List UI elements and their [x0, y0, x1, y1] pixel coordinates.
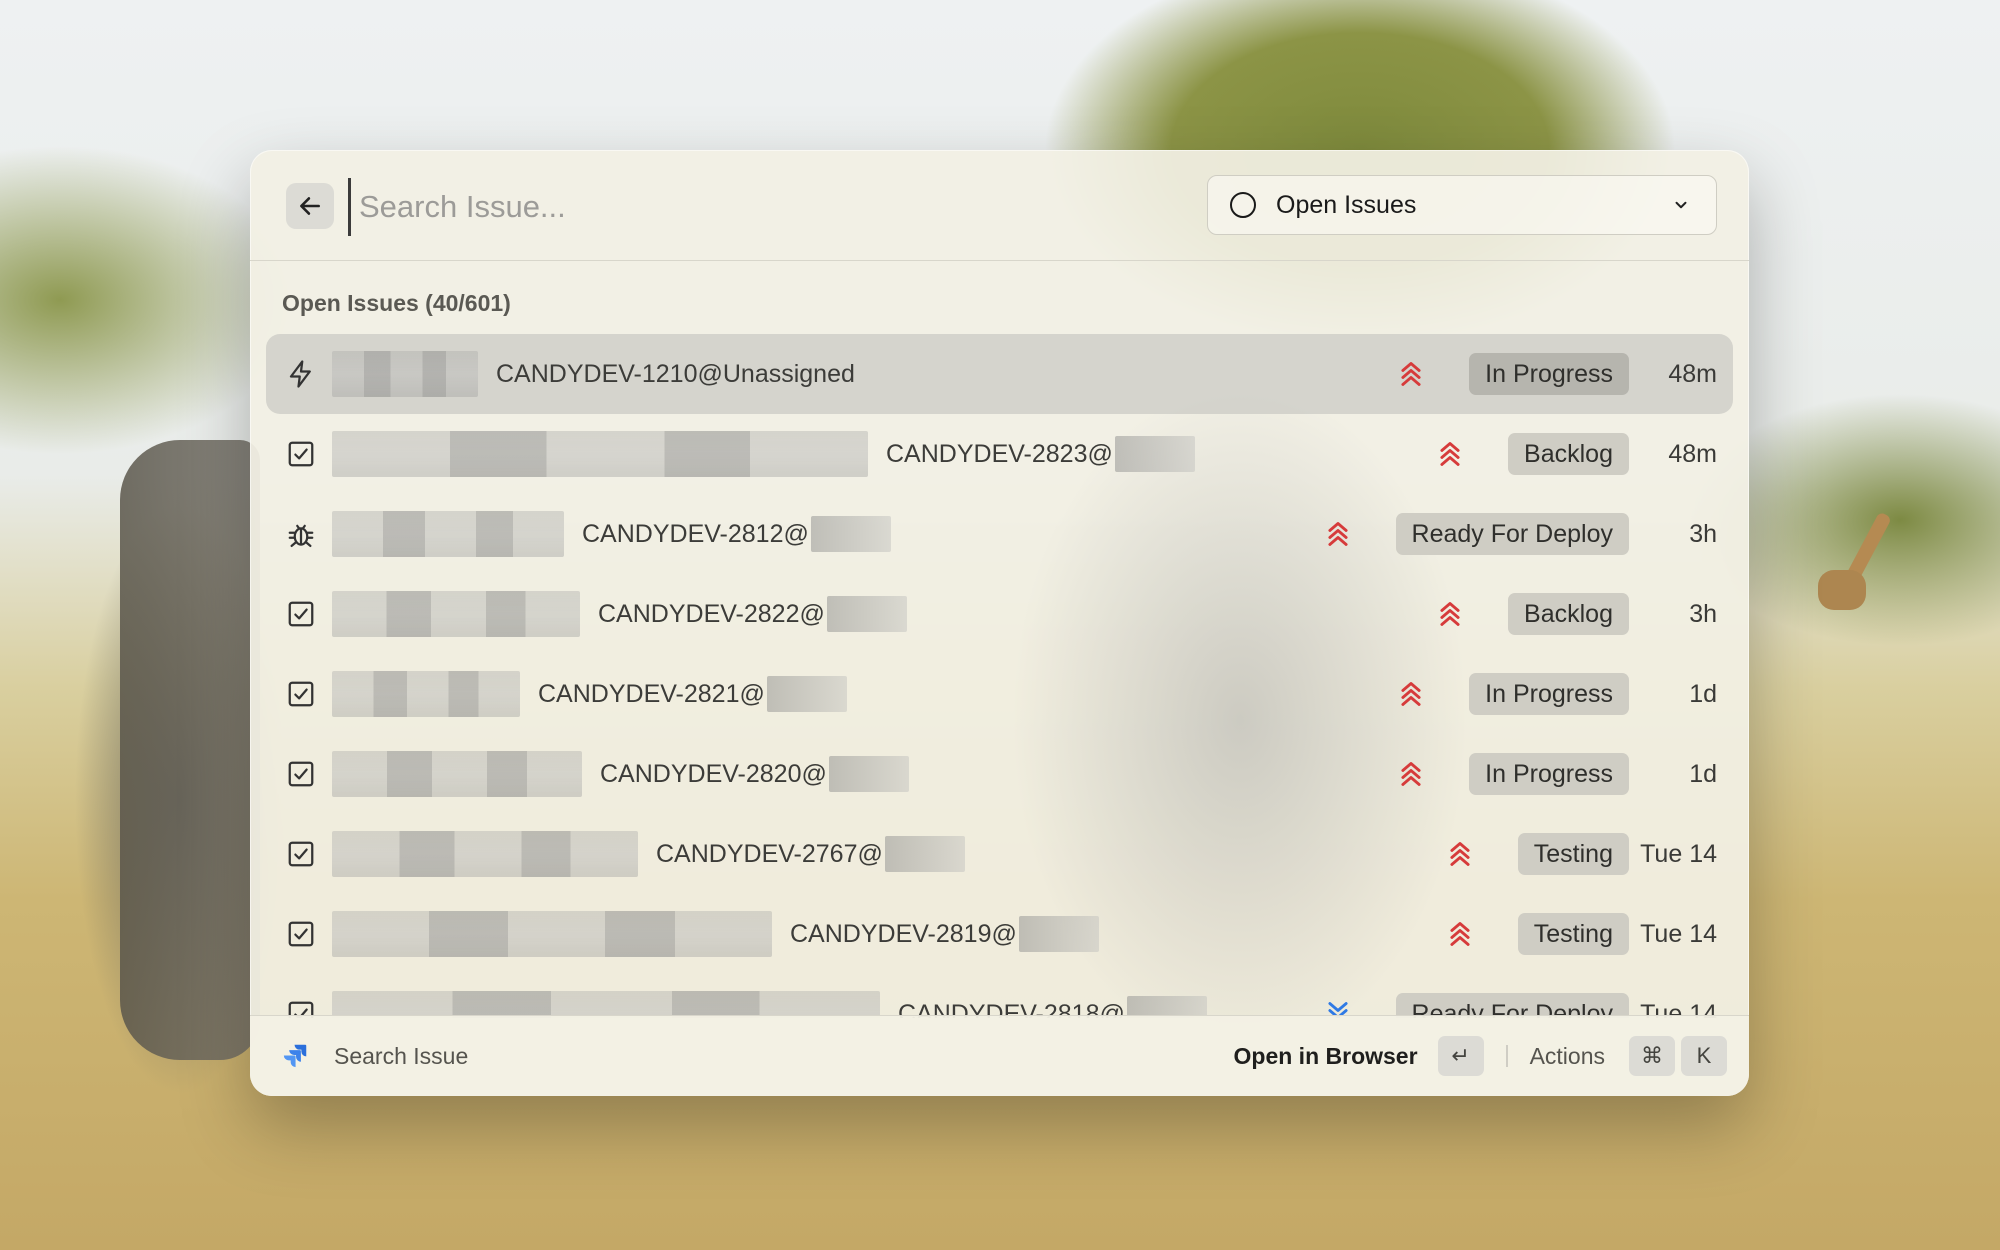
issue-key: CANDYDEV-1210@Unassigned	[496, 359, 855, 388]
redacted-summary	[332, 911, 772, 957]
priority-highest-icon	[1397, 679, 1425, 709]
redacted-summary	[332, 991, 880, 1018]
issue-list: CANDYDEV-1210@Unassigned In Progress 48m CA…	[266, 334, 1733, 1018]
arrow-left-icon	[300, 197, 320, 215]
updated-time: 1d	[1689, 679, 1717, 708]
priority-highest-icon	[1324, 519, 1352, 549]
issue-row[interactable]: CANDYDEV-2819@ Testing Tue 14	[266, 894, 1733, 974]
issue-key: CANDYDEV-2822@	[598, 599, 825, 628]
status-badge: Backlog	[1508, 433, 1629, 475]
search-issues-window: Open Issues Open Issues (40/601) CANDYDE…	[250, 150, 1749, 1096]
issue-row[interactable]: CANDYDEV-2767@ Testing Tue 14	[266, 814, 1733, 894]
issue-row[interactable]: CANDYDEV-2812@ Ready For Deploy 3h	[266, 494, 1733, 574]
k-key-hint: K	[1681, 1036, 1727, 1076]
redacted-assignee	[884, 836, 965, 872]
issue-key: CANDYDEV-2812@	[582, 519, 809, 548]
footer-title: Search Issue	[334, 1042, 469, 1069]
updated-time: 48m	[1668, 359, 1717, 388]
redacted-assignee	[810, 516, 891, 552]
status-badge: In Progress	[1469, 353, 1629, 395]
status-badge: Testing	[1517, 913, 1629, 955]
task-check-icon	[286, 759, 316, 789]
priority-highest-icon	[1397, 359, 1425, 389]
filter-label: Open Issues	[1276, 190, 1417, 219]
bolt-icon	[286, 359, 316, 389]
redacted-summary	[332, 671, 520, 717]
redacted-summary	[332, 751, 582, 797]
header: Open Issues	[250, 150, 1749, 261]
priority-highest-icon	[1397, 759, 1425, 789]
filter-dropdown[interactable]: Open Issues	[1207, 175, 1717, 235]
divider	[1505, 1045, 1508, 1067]
updated-time: Tue 14	[1640, 839, 1717, 868]
redacted-summary	[332, 511, 564, 557]
status-badge: Testing	[1517, 833, 1629, 875]
issue-row[interactable]: CANDYDEV-2820@ In Progress 1d	[266, 734, 1733, 814]
task-check-icon	[286, 679, 316, 709]
circle-icon	[1230, 192, 1256, 218]
bug-icon	[286, 519, 316, 549]
status-badge: In Progress	[1469, 673, 1629, 715]
redacted-summary	[332, 431, 868, 477]
jira-icon	[283, 1044, 307, 1068]
status-badge: Ready For Deploy	[1395, 513, 1629, 555]
priority-highest-icon	[1446, 919, 1474, 949]
status-badge: In Progress	[1469, 753, 1629, 795]
task-check-icon	[286, 839, 316, 869]
redacted-assignee	[828, 756, 909, 792]
issue-key: CANDYDEV-2823@	[886, 439, 1113, 468]
footer-bar: Search Issue Open in Browser ↵ Actions ⌘…	[250, 1015, 1749, 1096]
issue-row[interactable]: CANDYDEV-2821@ In Progress 1d	[266, 654, 1733, 734]
background-giraffe-body	[1818, 570, 1866, 610]
redacted-assignee	[1018, 916, 1099, 952]
updated-time: 48m	[1668, 439, 1717, 468]
updated-time: Tue 14	[1640, 919, 1717, 948]
chevron-down-icon	[1675, 201, 1687, 209]
issue-key: CANDYDEV-2821@	[538, 679, 765, 708]
status-badge: Backlog	[1508, 593, 1629, 635]
updated-time: 3h	[1689, 519, 1717, 548]
cmd-key-hint: ⌘	[1629, 1036, 1675, 1076]
section-title: Open Issues (40/601)	[282, 290, 511, 316]
updated-time: 1d	[1689, 759, 1717, 788]
redacted-assignee	[826, 596, 907, 632]
priority-highest-icon	[1436, 599, 1464, 629]
redacted-summary	[332, 351, 478, 397]
back-button[interactable]	[286, 183, 334, 229]
updated-time: 3h	[1689, 599, 1717, 628]
issue-key: CANDYDEV-2767@	[656, 839, 883, 868]
open-in-browser-button[interactable]: Open in Browser	[1234, 1043, 1418, 1070]
priority-highest-icon	[1436, 439, 1464, 469]
priority-highest-icon	[1446, 839, 1474, 869]
actions-button[interactable]: Actions	[1530, 1043, 1605, 1070]
task-check-icon	[286, 919, 316, 949]
task-check-icon	[286, 439, 316, 469]
redacted-assignee	[766, 676, 847, 712]
issue-row[interactable]: CANDYDEV-2818@ Ready For Deploy Tue 14	[266, 974, 1733, 1018]
task-check-icon	[286, 599, 316, 629]
issue-row[interactable]: CANDYDEV-2823@ Backlog 48m	[266, 414, 1733, 494]
issue-key: CANDYDEV-2820@	[600, 759, 827, 788]
redacted-assignee	[1114, 436, 1195, 472]
issue-row[interactable]: CANDYDEV-2822@ Backlog 3h	[266, 574, 1733, 654]
redacted-summary	[332, 831, 638, 877]
issue-key: CANDYDEV-2819@	[790, 919, 1017, 948]
redacted-summary	[332, 591, 580, 637]
issue-row[interactable]: CANDYDEV-1210@Unassigned In Progress 48m	[266, 334, 1733, 414]
background-elephant	[120, 440, 260, 1060]
enter-key-hint: ↵	[1437, 1036, 1484, 1076]
search-input[interactable]	[348, 178, 921, 236]
